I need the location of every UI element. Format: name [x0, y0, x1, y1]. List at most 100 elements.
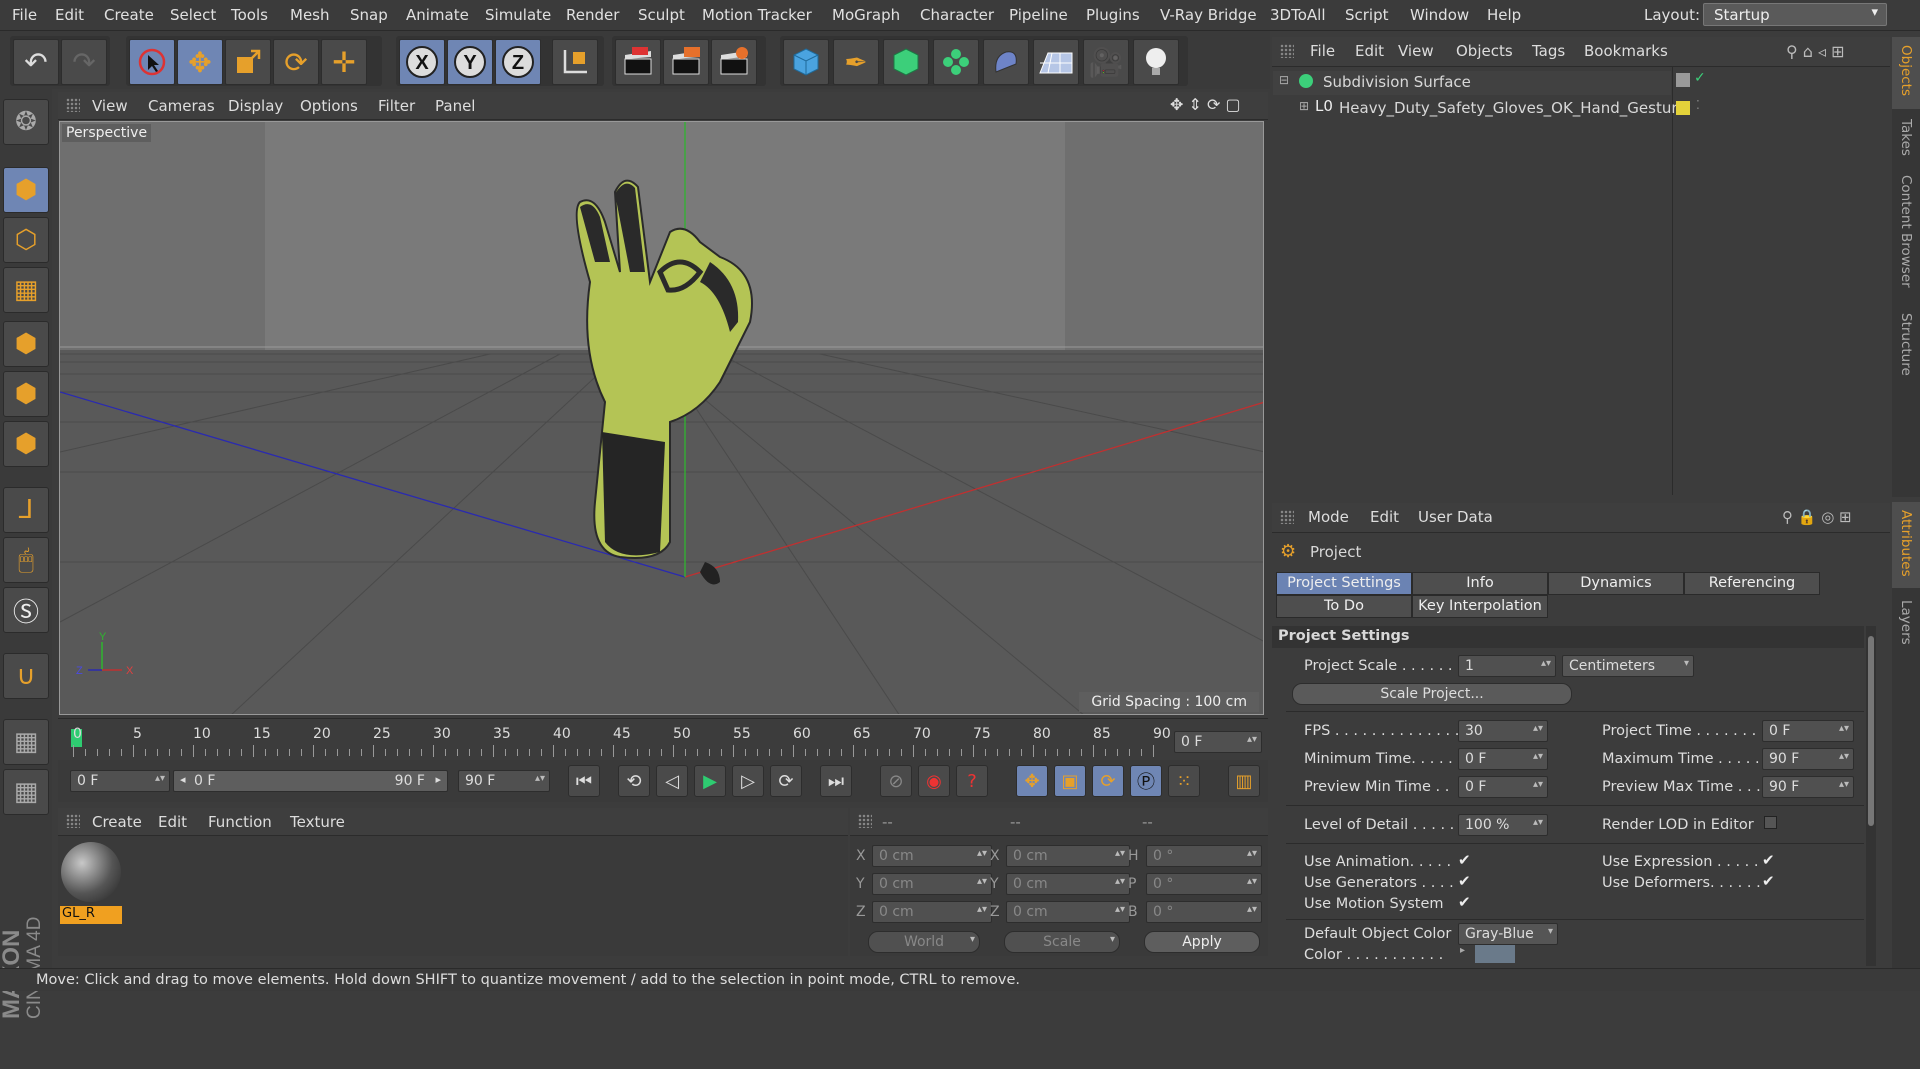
timeline-ruler[interactable]: 0 5 10 15 20 25 30 35 40 45 50 55 60 65 70 75 80 85 90 0 F…	[58, 718, 1268, 758]
render-lod-checkbox[interactable]	[1764, 816, 1777, 829]
key-pla-icon[interactable]: ⁙	[1168, 765, 1200, 797]
next-key-icon[interactable]: ⟳	[770, 765, 802, 797]
side-tab-takes[interactable]: Takes	[1898, 119, 1914, 156]
tree-row-subdivision[interactable]: ⊟ Subdivision Surface	[1273, 71, 1671, 95]
side-tab-content-browser[interactable]: Content Browser	[1898, 175, 1914, 288]
menu-create[interactable]: Create	[104, 6, 154, 24]
objects-menu-tags[interactable]: Tags	[1532, 42, 1565, 60]
default-color-select[interactable]: Gray-Blue ▾	[1458, 923, 1558, 945]
use-motion-checkbox[interactable]: ✔	[1458, 893, 1471, 911]
axis-mode-icon[interactable]: ⅃	[3, 487, 49, 533]
menu-sculpt[interactable]: Sculpt	[638, 6, 685, 24]
make-editable-icon[interactable]: ❂	[3, 99, 49, 145]
previous-key-icon[interactable]: ⟲	[618, 765, 650, 797]
expand-icon[interactable]: ⊞	[1299, 99, 1309, 113]
enabled-check-icon[interactable]: ✓	[1694, 70, 1706, 86]
layout-select[interactable]: Startup ▾	[1703, 3, 1887, 26]
rotate-icon[interactable]: ⟳	[273, 39, 319, 85]
world-select[interactable]: World ▾	[868, 931, 980, 953]
play-icon[interactable]: ▶	[694, 765, 726, 797]
key-position-icon[interactable]: ✥	[1016, 765, 1048, 797]
menu-select[interactable]: Select	[170, 6, 216, 24]
objects-menu-bookmarks[interactable]: Bookmarks	[1584, 42, 1668, 60]
key-rotation-icon[interactable]: ⟳	[1092, 765, 1124, 797]
undo-icon[interactable]: ↶	[13, 39, 59, 85]
viewport-camera-label[interactable]: Perspective	[62, 124, 152, 142]
objects-menu-view[interactable]: View	[1398, 42, 1434, 60]
position-z-field[interactable]: 0 cm ▴▾	[872, 901, 992, 923]
menu-script[interactable]: Script	[1345, 6, 1389, 24]
rotation-b-field[interactable]: 0 ° ▴▾	[1146, 901, 1262, 923]
viewport-nav-icons[interactable]: ✥ ⇕ ⟳ ▢	[1170, 95, 1241, 114]
transform-icon[interactable]: ✛	[321, 39, 367, 85]
rotation-p-field[interactable]: 0 ° ▴▾	[1146, 873, 1262, 895]
go-to-start-icon[interactable]: ⏮	[568, 765, 600, 797]
project-scale-field[interactable]: 1 ▴▾	[1458, 655, 1556, 677]
preview-max-field[interactable]: 90 F ▴▾	[1762, 776, 1854, 798]
previous-frame-icon[interactable]: ◁	[656, 765, 688, 797]
scale-icon[interactable]	[225, 39, 271, 85]
use-generators-checkbox[interactable]: ✔	[1458, 872, 1471, 890]
planar-workplane-icon[interactable]: ▦	[3, 769, 49, 815]
render-picture-viewer-icon[interactable]	[663, 39, 709, 85]
points-mode-icon[interactable]: ⬢	[3, 321, 49, 367]
record-keys-icon[interactable]: ⊘	[880, 765, 912, 797]
floor-icon[interactable]	[1033, 39, 1079, 85]
layer-icon[interactable]	[1676, 73, 1690, 87]
menu-character[interactable]: Character	[920, 6, 994, 24]
size-x-field[interactable]: 0 cm ▴▾	[1006, 845, 1130, 867]
attributes-toolbar-icons[interactable]: ⚲ 🔒 ◎ ⊞	[1782, 508, 1852, 526]
objects-search-icon[interactable]: ⚲ ⌂ ◃ ⊞	[1786, 42, 1845, 61]
attributes-scrollbar[interactable]	[1866, 626, 1876, 966]
menu-vray-bridge[interactable]: V-Ray Bridge	[1160, 6, 1257, 24]
size-y-field[interactable]: 0 cm ▴▾	[1006, 873, 1130, 895]
menu-tools[interactable]: Tools	[231, 6, 268, 24]
material-item[interactable]: GL_R	[60, 840, 122, 926]
tab-info[interactable]: Info	[1412, 572, 1548, 595]
menu-motion-tracker[interactable]: Motion Tracker	[702, 6, 812, 24]
preview-min-field[interactable]: 0 F ▴▾	[1458, 776, 1548, 798]
cloner-icon[interactable]	[933, 39, 979, 85]
project-time-field[interactable]: 0 F ▴▾	[1762, 720, 1854, 742]
objects-menu-objects[interactable]: Objects	[1456, 42, 1513, 60]
use-deformers-checkbox[interactable]: ✔	[1762, 872, 1775, 890]
side-tab-layers[interactable]: Layers	[1898, 600, 1914, 645]
viewport-menu-display[interactable]: Display	[228, 97, 283, 115]
subdivision-icon[interactable]	[883, 39, 929, 85]
material-menu-edit[interactable]: Edit	[158, 813, 187, 831]
pen-icon[interactable]: ✒	[833, 39, 879, 85]
tree-row-glove[interactable]: ⊞ L0 Heavy_Duty_Safety_Gloves_OK_Hand_Ge…	[1273, 97, 1686, 121]
polygons-mode-icon[interactable]: ⬢	[3, 421, 49, 467]
viewport-menu-panel[interactable]: Panel	[435, 97, 475, 115]
visibility-dots-icon[interactable]: ⁚	[1696, 98, 1700, 112]
menu-mesh[interactable]: Mesh	[290, 6, 330, 24]
tab-dynamics[interactable]: Dynamics	[1548, 572, 1684, 595]
viewport-menu-options[interactable]: Options	[300, 97, 358, 115]
lod-field[interactable]: 100 % ▴▾	[1458, 814, 1548, 836]
menu-plugins[interactable]: Plugins	[1086, 6, 1140, 24]
go-to-end-icon[interactable]: ⏭	[820, 765, 852, 797]
menu-mograph[interactable]: MoGraph	[832, 6, 900, 24]
snap-icon[interactable]: ∪	[3, 653, 49, 699]
size-z-field[interactable]: 0 cm ▴▾	[1006, 901, 1130, 923]
scale-select[interactable]: Scale ▾	[1004, 931, 1120, 953]
viewport-menu-filter[interactable]: Filter	[378, 97, 415, 115]
menu-pipeline[interactable]: Pipeline	[1009, 6, 1068, 24]
objects-menu-edit[interactable]: Edit	[1355, 42, 1384, 60]
y-axis-icon[interactable]: Y	[447, 39, 493, 85]
deformer-icon[interactable]	[983, 39, 1029, 85]
max-time-field[interactable]: 90 F ▴▾	[1762, 748, 1854, 770]
solo-icon[interactable]: Ⓢ	[3, 587, 49, 633]
menu-snap[interactable]: Snap	[350, 6, 388, 24]
viewport-menu-view[interactable]: View	[92, 97, 128, 115]
tab-to-do[interactable]: To Do	[1276, 595, 1412, 618]
render-view-icon[interactable]	[615, 39, 661, 85]
objects-menu-file[interactable]: File	[1310, 42, 1335, 60]
end-frame-field[interactable]: 90 F ▴▾	[458, 770, 550, 792]
collapse-icon[interactable]: ⊟	[1279, 73, 1289, 87]
min-time-field[interactable]: 0 F ▴▾	[1458, 748, 1548, 770]
position-x-field[interactable]: 0 cm ▴▾	[872, 845, 992, 867]
layer-color-icon[interactable]	[1676, 101, 1690, 115]
cube-icon[interactable]	[783, 39, 829, 85]
use-expression-checkbox[interactable]: ✔	[1762, 851, 1775, 869]
